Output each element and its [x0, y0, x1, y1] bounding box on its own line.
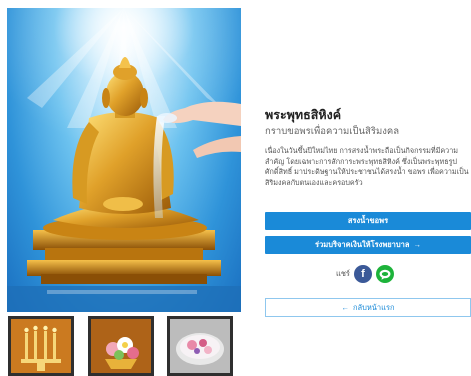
- flower-offering-icon: [91, 319, 151, 373]
- back-home-button[interactable]: ← กลับหน้าแรก: [265, 298, 471, 317]
- facebook-letter: f: [361, 268, 365, 280]
- product-title: พระพุทธสิหิงค์: [265, 108, 342, 122]
- buddha-statue-illustration: [7, 8, 241, 312]
- hero-image: [7, 8, 241, 312]
- line-chat-bubble-icon: [379, 269, 391, 280]
- water-bowl-icon: [170, 319, 230, 373]
- arrow-right-icon: →: [413, 240, 421, 249]
- thumbnail-candelabra[interactable]: [8, 316, 74, 376]
- facebook-icon[interactable]: f: [353, 265, 372, 283]
- back-home-label: กลับหน้าแรก: [352, 303, 395, 312]
- arrow-left-icon: ←: [341, 303, 349, 312]
- thumbnail-flower-offering[interactable]: [88, 316, 154, 376]
- line-icon[interactable]: [375, 265, 394, 283]
- share-bar: แชร์ f: [336, 264, 398, 284]
- product-description: เนื่องในวันขึ้นปีใหม่ไทย การสรงน้ำพระถือ…: [265, 146, 469, 187]
- donate-hospital-button[interactable]: ร่วมบริจาคเงินให้โรงพยาบาล →: [265, 236, 471, 254]
- product-subtitle: กราบขอพรเพื่อความเป็นสิริมงคล: [265, 126, 400, 137]
- share-label: แชร์: [336, 269, 350, 278]
- donate-hospital-label: ร่วมบริจาคเงินให้โรงพยาบาล: [315, 240, 410, 249]
- candelabra-icon: [11, 319, 71, 373]
- thumbnail-water-bowl[interactable]: [167, 316, 233, 376]
- bathe-and-pray-label: สรงน้ำขอพร: [347, 216, 389, 225]
- bathe-and-pray-button[interactable]: สรงน้ำขอพร: [265, 212, 471, 230]
